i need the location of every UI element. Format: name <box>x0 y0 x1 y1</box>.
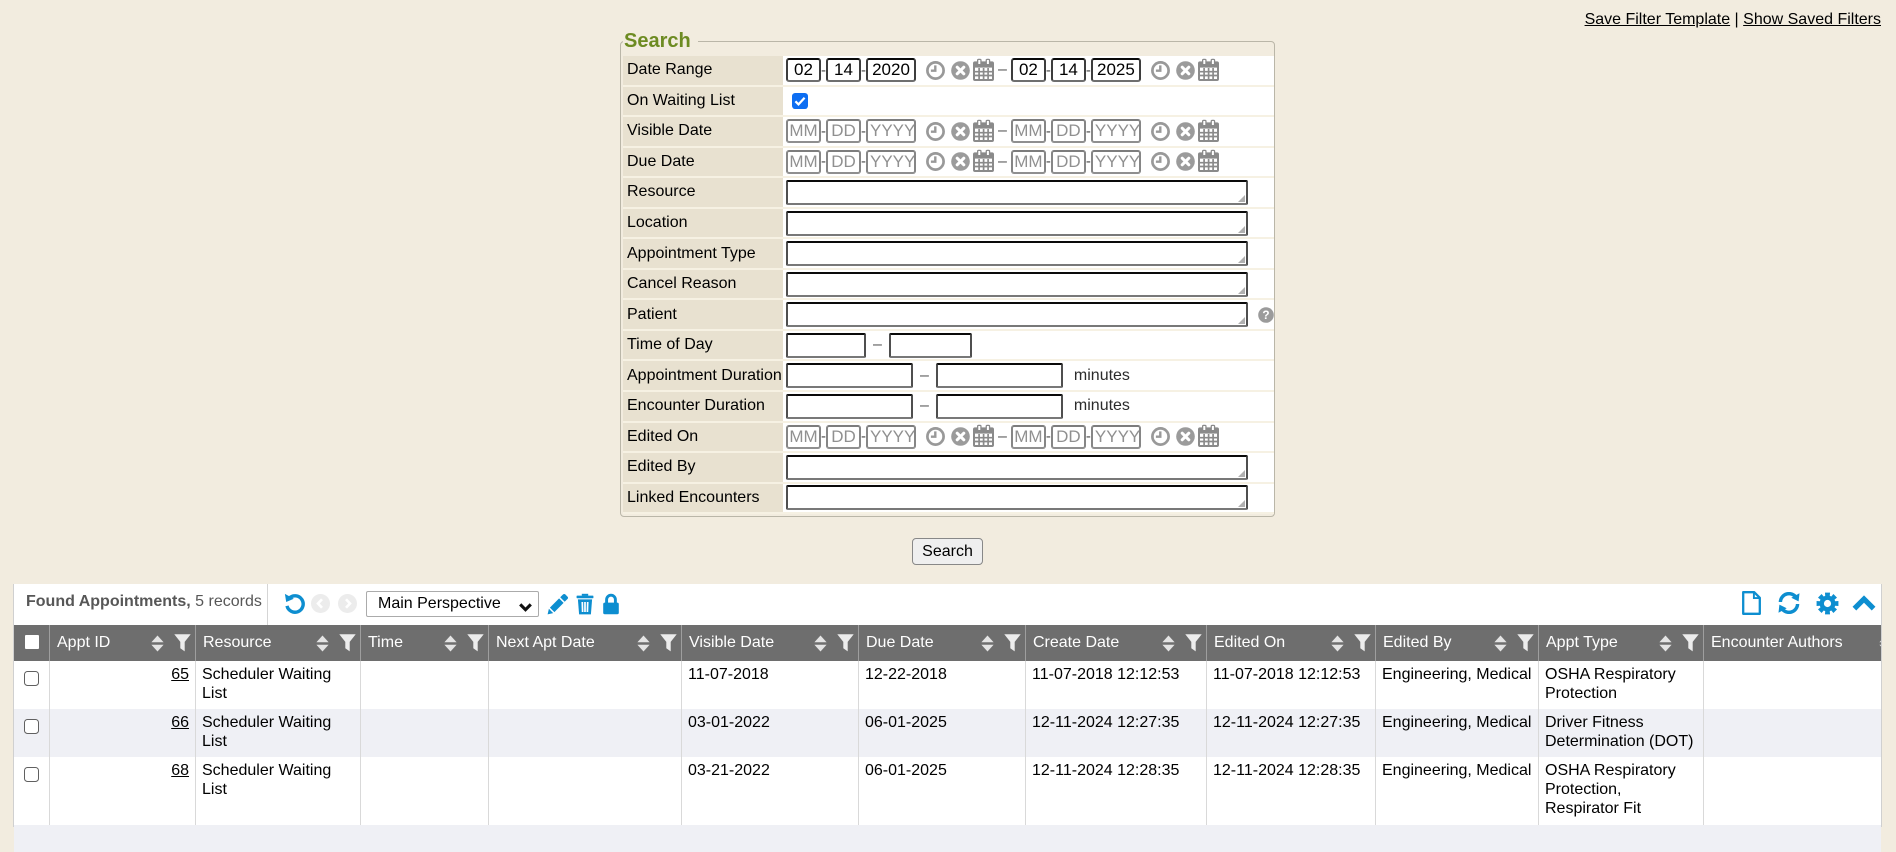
svg-text:?: ? <box>1262 308 1269 322</box>
